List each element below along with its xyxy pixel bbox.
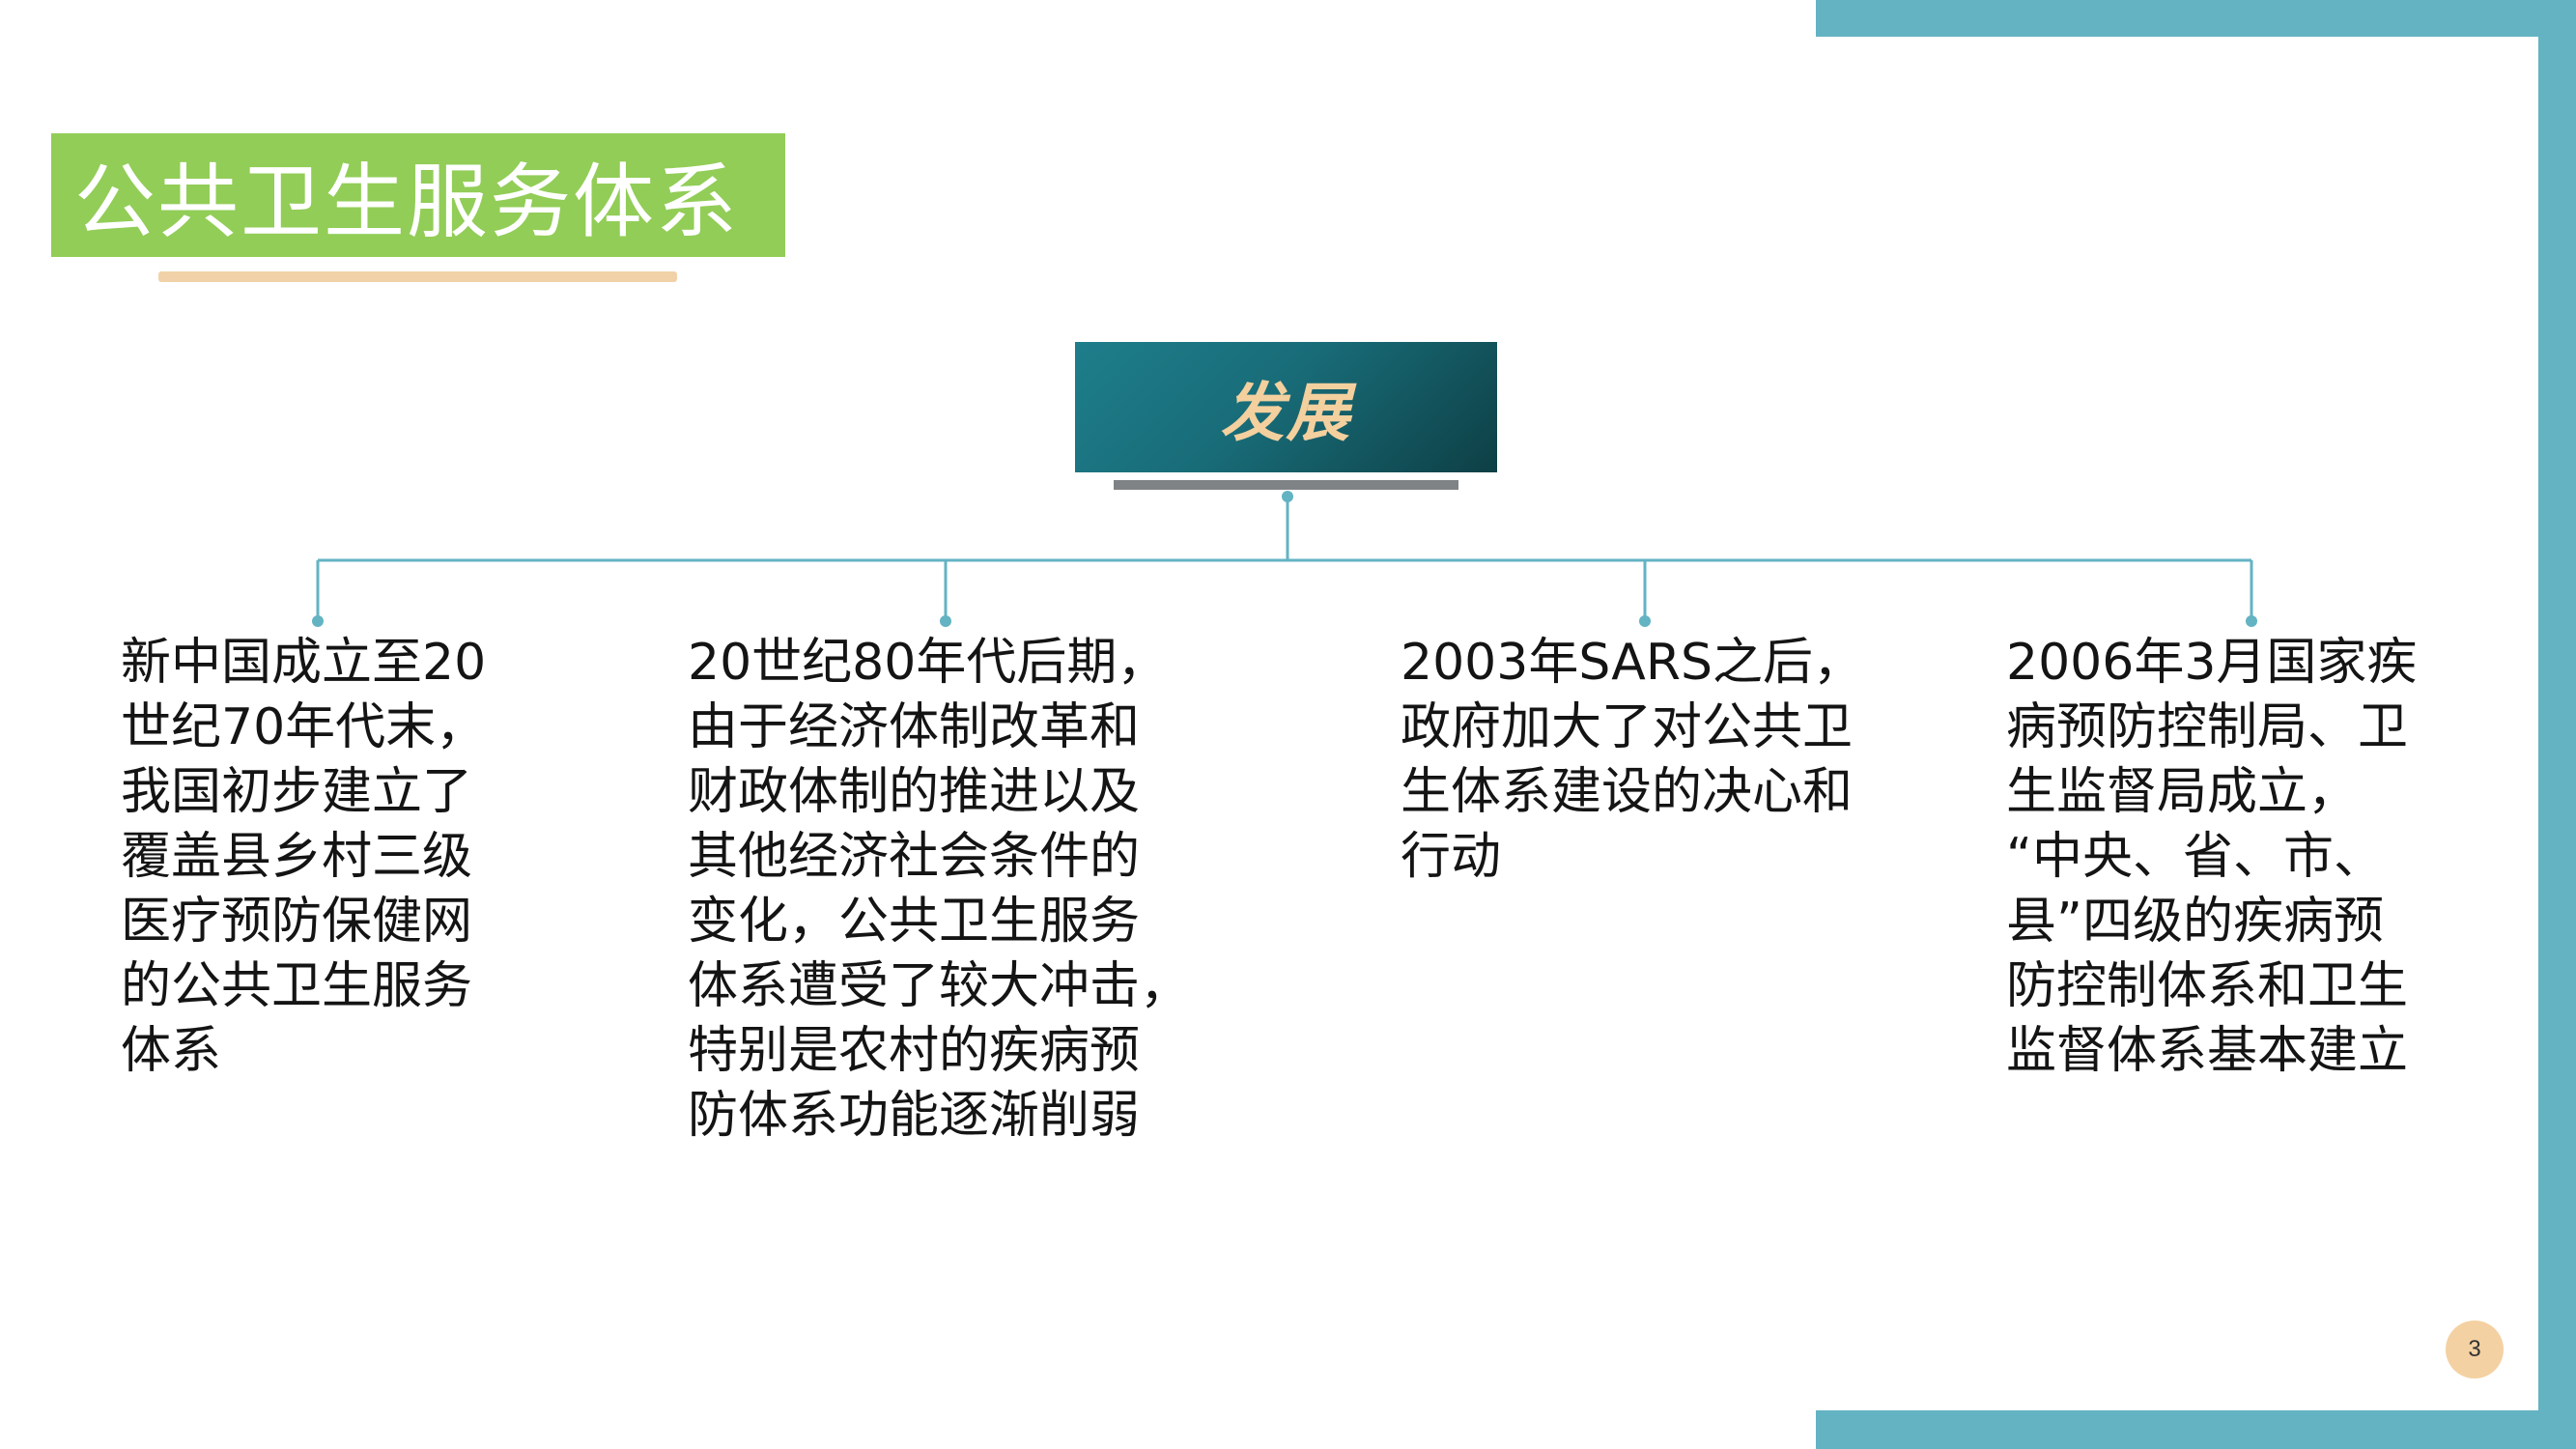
page-number-badge: 3: [2446, 1321, 2504, 1378]
center-node-shadow: [1114, 480, 1458, 490]
page-number: 3: [2468, 1336, 2481, 1362]
branch-line: 病预防控制局、卫: [2006, 698, 2409, 756]
branch-line: “中央、省、市、: [2006, 828, 2384, 886]
center-node: 发展: [1075, 342, 1497, 472]
connector-dot-3: [1639, 615, 1651, 627]
title-underline: [158, 271, 677, 282]
branch-line: 监督体系基本建立: [2006, 1022, 2409, 1080]
branch-line: 覆盖县乡村三级: [121, 828, 473, 886]
branch-line: 2006年3月国家疾: [2006, 634, 2418, 692]
branch-line: 政府加大了对公共卫: [1401, 698, 1854, 756]
branch-text-4: 2006年3月国家疾 病预防控制局、卫 生监督局成立， “中央、省、市、 县”四…: [2006, 631, 2417, 1084]
branch-line: 20世纪80年代后期，: [688, 634, 1168, 692]
branch-text-1: 新中国成立至20 世纪70年代末， 我国初步建立了 覆盖县乡村三级 医疗预防保健…: [121, 631, 486, 1084]
branch-line: 2003年SARS之后，: [1401, 634, 1864, 692]
branch-line: 医疗预防保健网: [121, 893, 473, 951]
branch-line: 的公共卫生服务: [121, 957, 473, 1015]
branch-line: 体系遭受了较大冲击，: [688, 957, 1191, 1015]
branch-line: 行动: [1401, 828, 1502, 886]
branch-line: 防体系功能逐渐削弱: [688, 1087, 1141, 1145]
branch-line: 我国初步建立了: [121, 763, 473, 821]
connector-dot-top: [1282, 491, 1293, 502]
branch-text-2: 20世纪80年代后期， 由于经济体制改革和 财政体制的推进以及 其他经济社会条件…: [688, 631, 1190, 1149]
branch-line: 由于经济体制改革和: [688, 698, 1141, 756]
title-banner: 公共卫生服务体系: [51, 133, 785, 257]
branch-line: 生监督局成立，: [2006, 763, 2359, 821]
branch-line: 财政体制的推进以及: [688, 763, 1141, 821]
frame-top-bar: [1816, 0, 2576, 37]
branch-line: 新中国成立至20: [121, 634, 487, 692]
frame-bottom-bar: [1816, 1410, 2576, 1449]
branch-line: 其他经济社会条件的: [688, 828, 1141, 886]
branch-line: 防控制体系和卫生: [2006, 957, 2409, 1015]
branch-line: 世纪70年代末，: [121, 698, 487, 756]
branch-line: 县”四级的疾病预: [2006, 893, 2384, 951]
branch-line: 体系: [121, 1022, 222, 1080]
page-title: 公共卫生服务体系: [74, 154, 740, 249]
connector-dot-1: [312, 615, 324, 627]
branch-line: 变化，公共卫生服务: [688, 893, 1141, 951]
connector-dot-4: [2246, 615, 2257, 627]
center-node-label: 发展: [1220, 375, 1352, 450]
branch-line: 特别是农村的疾病预: [688, 1022, 1141, 1080]
branch-text-3: 2003年SARS之后， 政府加大了对公共卫 生体系建设的决心和 行动: [1401, 631, 1863, 890]
branch-line: 生体系建设的决心和: [1401, 763, 1854, 821]
frame-right-bar: [2538, 0, 2576, 1449]
connector-dot-2: [940, 615, 951, 627]
